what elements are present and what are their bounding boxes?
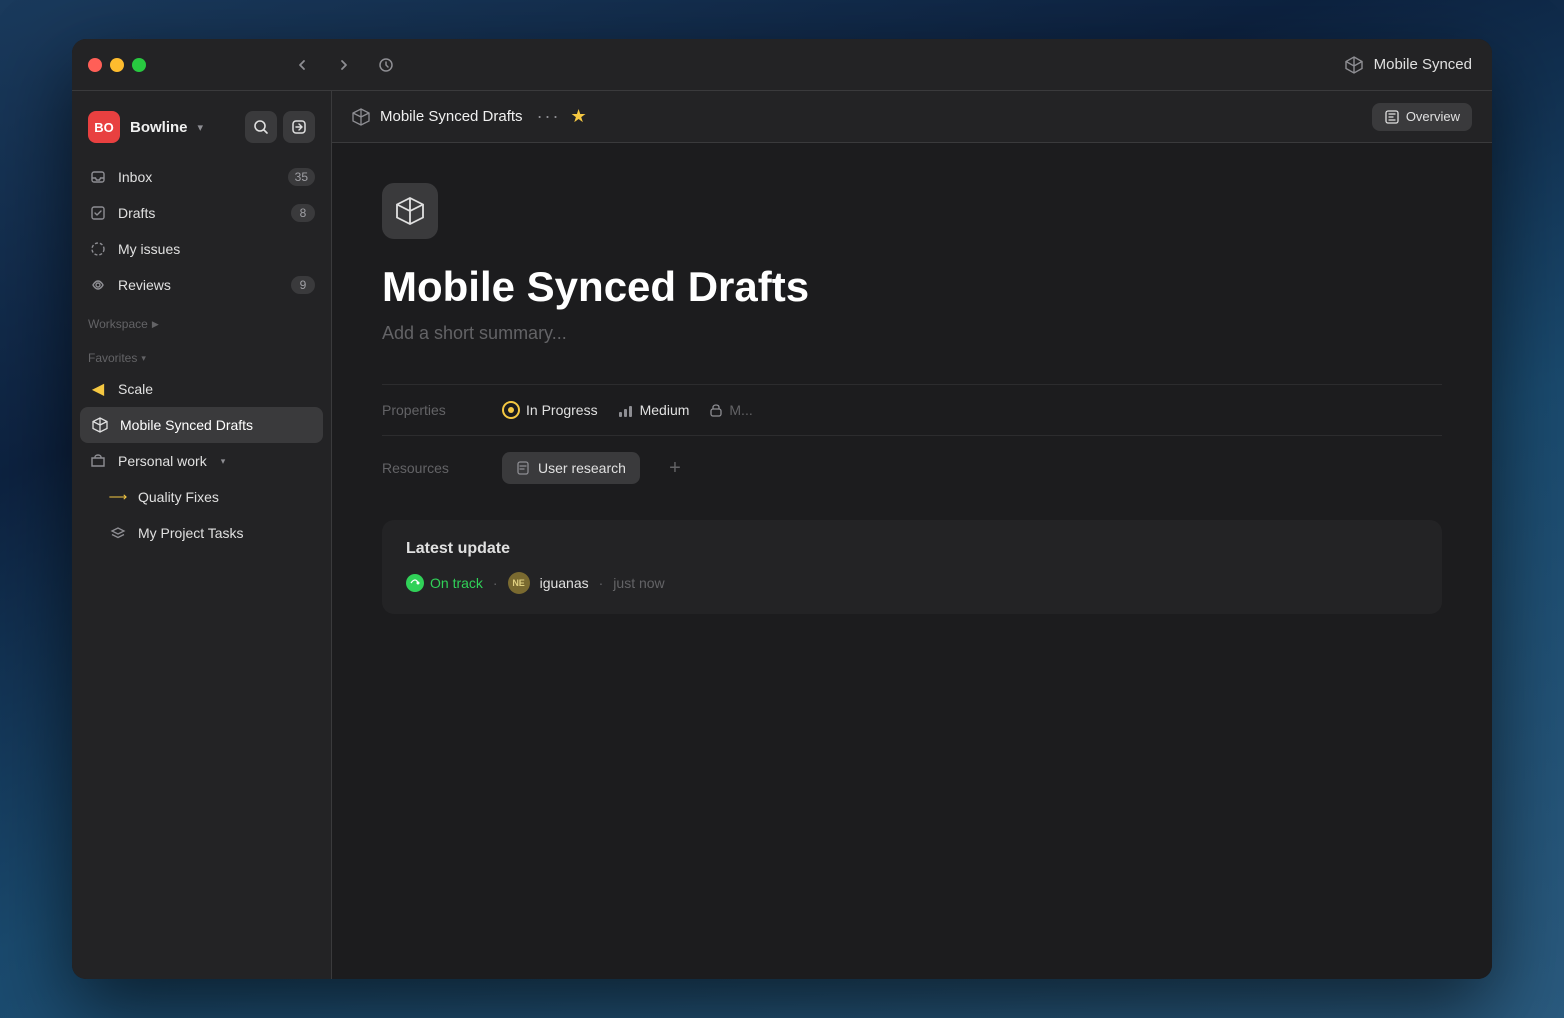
titlebar-cube-icon — [1344, 55, 1364, 75]
inbox-badge: 35 — [288, 168, 315, 186]
my-issues-label: My issues — [118, 241, 180, 257]
header-cube-icon — [352, 108, 370, 126]
fullscreen-button[interactable] — [132, 58, 146, 72]
layers-icon — [108, 523, 128, 543]
my-issues-icon — [88, 239, 108, 259]
user-research-chip[interactable]: User research — [502, 452, 640, 484]
lock-property[interactable]: M... — [709, 402, 752, 418]
on-track-icon — [406, 574, 424, 592]
content-header-title: Mobile Synced Drafts — [380, 108, 523, 125]
on-track-label: On track — [430, 575, 483, 591]
update-user-name: iguanas — [540, 575, 589, 591]
resources-row: Resources User research + — [382, 435, 1442, 500]
personal-work-icon — [88, 451, 108, 471]
status-circle-icon — [502, 401, 520, 419]
latest-update-section: Latest update On track · — [382, 520, 1442, 614]
sidebar-item-drafts[interactable]: Drafts 8 — [72, 195, 331, 231]
scale-icon: ◀ — [88, 379, 108, 399]
update-row: On track · NE iguanas · just now — [406, 572, 1418, 594]
scale-label: Scale — [118, 381, 153, 397]
workspace-selector[interactable]: BO Bowline ▾ — [88, 111, 203, 143]
personal-work-label: Personal work — [118, 453, 207, 469]
main-container: BO Bowline ▾ — [72, 91, 1492, 979]
priority-label: Medium — [640, 402, 690, 418]
update-section-title: Latest update — [406, 540, 1418, 558]
page-summary-placeholder[interactable]: Add a short summary... — [382, 323, 1442, 344]
reviews-badge: 9 — [291, 276, 315, 294]
access-label: M... — [729, 402, 752, 418]
reviews-icon — [88, 275, 108, 295]
status-label: In Progress — [526, 402, 598, 418]
resources-label: Resources — [382, 460, 482, 476]
sidebar: BO Bowline ▾ — [72, 91, 332, 979]
drafts-label: Drafts — [118, 205, 155, 221]
close-button[interactable] — [88, 58, 102, 72]
reviews-label: Reviews — [118, 277, 171, 293]
titlebar: Mobile Synced — [72, 39, 1492, 91]
compose-button[interactable] — [283, 111, 315, 143]
more-options-button[interactable]: ··· — [537, 106, 561, 127]
workspace-section-label[interactable]: Workspace ▶ — [72, 303, 331, 337]
status-property[interactable]: In Progress — [502, 401, 598, 419]
properties-label: Properties — [382, 402, 482, 418]
sidebar-item-personal-work[interactable]: Personal work ▾ — [72, 443, 331, 479]
sidebar-item-my-project-tasks[interactable]: My Project Tasks — [72, 515, 331, 551]
priority-bar-icon — [618, 402, 634, 418]
sidebar-item-mobile-synced-drafts[interactable]: Mobile Synced Drafts — [80, 407, 323, 443]
quality-fixes-label: Quality Fixes — [138, 489, 219, 505]
content-area: Mobile Synced Drafts ··· ★ Overview — [332, 91, 1492, 979]
inbox-icon — [88, 167, 108, 187]
sidebar-item-scale[interactable]: ◀ Scale — [72, 371, 331, 407]
sidebar-header: BO Bowline ▾ — [72, 103, 331, 159]
navigation-buttons — [286, 49, 402, 81]
star-button[interactable]: ★ — [571, 106, 587, 127]
history-button[interactable] — [370, 49, 402, 81]
update-timestamp: just now — [613, 575, 664, 591]
mobile-synced-cube-icon — [90, 415, 110, 435]
on-track-badge: On track — [406, 574, 483, 592]
priority-property[interactable]: Medium — [618, 402, 690, 418]
user-avatar: NE — [508, 572, 530, 594]
sidebar-item-reviews[interactable]: Reviews 9 — [72, 267, 331, 303]
resource-label: User research — [538, 460, 626, 476]
forward-button[interactable] — [328, 49, 360, 81]
titlebar-right: Mobile Synced — [1344, 55, 1472, 75]
overview-button[interactable]: Overview — [1372, 103, 1472, 131]
workspace-name-label: Bowline — [130, 119, 188, 136]
page-title: Mobile Synced Drafts — [382, 263, 1442, 311]
mobile-synced-label: Mobile Synced Drafts — [120, 417, 253, 433]
drafts-badge: 8 — [291, 204, 315, 222]
quality-fixes-icon: ⟶ — [108, 487, 128, 507]
sidebar-item-my-issues[interactable]: My issues — [72, 231, 331, 267]
workspace-chevron-icon: ▾ — [198, 121, 204, 134]
favorites-section-label[interactable]: Favorites ▾ — [72, 337, 331, 371]
overview-label: Overview — [1406, 109, 1460, 124]
content-header: Mobile Synced Drafts ··· ★ Overview — [332, 91, 1492, 143]
sidebar-item-inbox[interactable]: Inbox 35 — [72, 159, 331, 195]
traffic-lights — [88, 58, 146, 72]
back-button[interactable] — [286, 49, 318, 81]
personal-work-chevron: ▾ — [221, 456, 226, 467]
minimize-button[interactable] — [110, 58, 124, 72]
inbox-label: Inbox — [118, 169, 152, 185]
properties-row: Properties In Progress — [382, 384, 1442, 435]
drafts-icon — [88, 203, 108, 223]
lock-icon — [709, 403, 723, 417]
sidebar-item-quality-fixes[interactable]: ⟶ Quality Fixes — [72, 479, 331, 515]
page-icon[interactable] — [382, 183, 438, 239]
content-body: Mobile Synced Drafts Add a short summary… — [332, 143, 1492, 979]
my-project-tasks-label: My Project Tasks — [138, 525, 244, 541]
titlebar-title: Mobile Synced — [1374, 56, 1472, 73]
sidebar-action-buttons — [245, 111, 315, 143]
workspace-avatar: BO — [88, 111, 120, 143]
search-button[interactable] — [245, 111, 277, 143]
add-resource-button[interactable]: + — [660, 453, 690, 483]
